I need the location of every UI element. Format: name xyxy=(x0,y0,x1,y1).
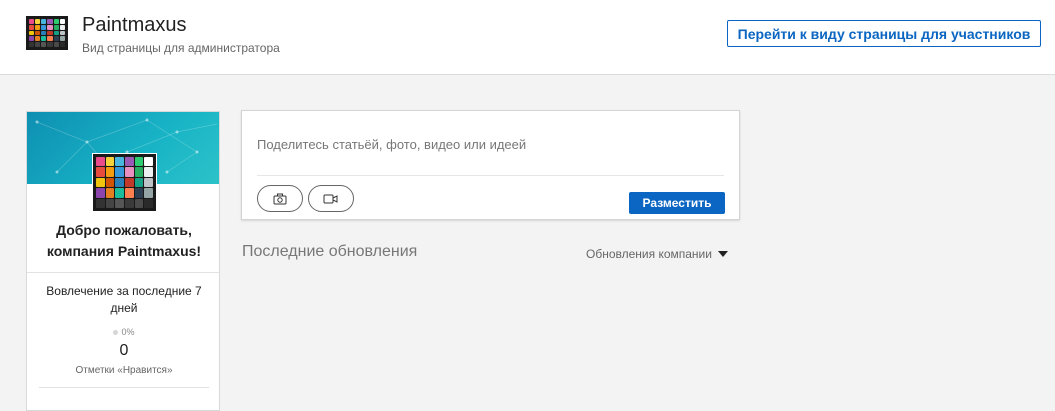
camera-icon xyxy=(273,193,287,204)
likes-label: Отметки «Нравится» xyxy=(75,365,173,376)
engagement-title: Вовлечение за последние 7 дней xyxy=(46,284,202,315)
company-logo-large[interactable] xyxy=(92,153,157,212)
member-view-button[interactable]: Перейти к виду страницы для участников xyxy=(727,20,1041,47)
likes-change: 0% xyxy=(27,327,219,337)
add-video-button[interactable] xyxy=(308,185,354,212)
divider xyxy=(39,387,209,388)
likes-change-value: 0% xyxy=(121,327,135,337)
admin-view-subtitle: Вид страницы для администратора xyxy=(82,41,280,55)
divider xyxy=(257,175,724,176)
likes-count: 0 xyxy=(119,342,129,359)
paint-swatches xyxy=(29,19,65,47)
add-photo-button[interactable] xyxy=(257,185,303,212)
paint-swatches xyxy=(96,157,153,208)
feed-title: Последние обновления xyxy=(242,243,418,260)
post-composer: Поделитесь статьёй, фото, видео или идее… xyxy=(241,110,740,220)
caret-down-icon xyxy=(717,251,728,257)
feed-filter-label: Обновления компании xyxy=(586,247,712,261)
top-bar: Paintmaxus Вид страницы для администрато… xyxy=(0,0,1055,75)
composer-input[interactable]: Поделитесь статьёй, фото, видео или идее… xyxy=(257,137,526,152)
feed-filter-dropdown[interactable]: Обновления компании xyxy=(586,247,728,261)
company-name[interactable]: Paintmaxus xyxy=(82,14,187,37)
welcome-message: Добро пожаловать, компания Paintmaxus! xyxy=(46,222,202,259)
company-profile-card: Добро пожаловать, компания Paintmaxus! В… xyxy=(26,111,220,411)
post-button[interactable]: Разместить xyxy=(629,192,725,214)
company-logo[interactable] xyxy=(26,16,68,50)
video-icon xyxy=(323,194,338,203)
divider xyxy=(27,272,219,273)
trend-dot-icon xyxy=(113,330,119,336)
